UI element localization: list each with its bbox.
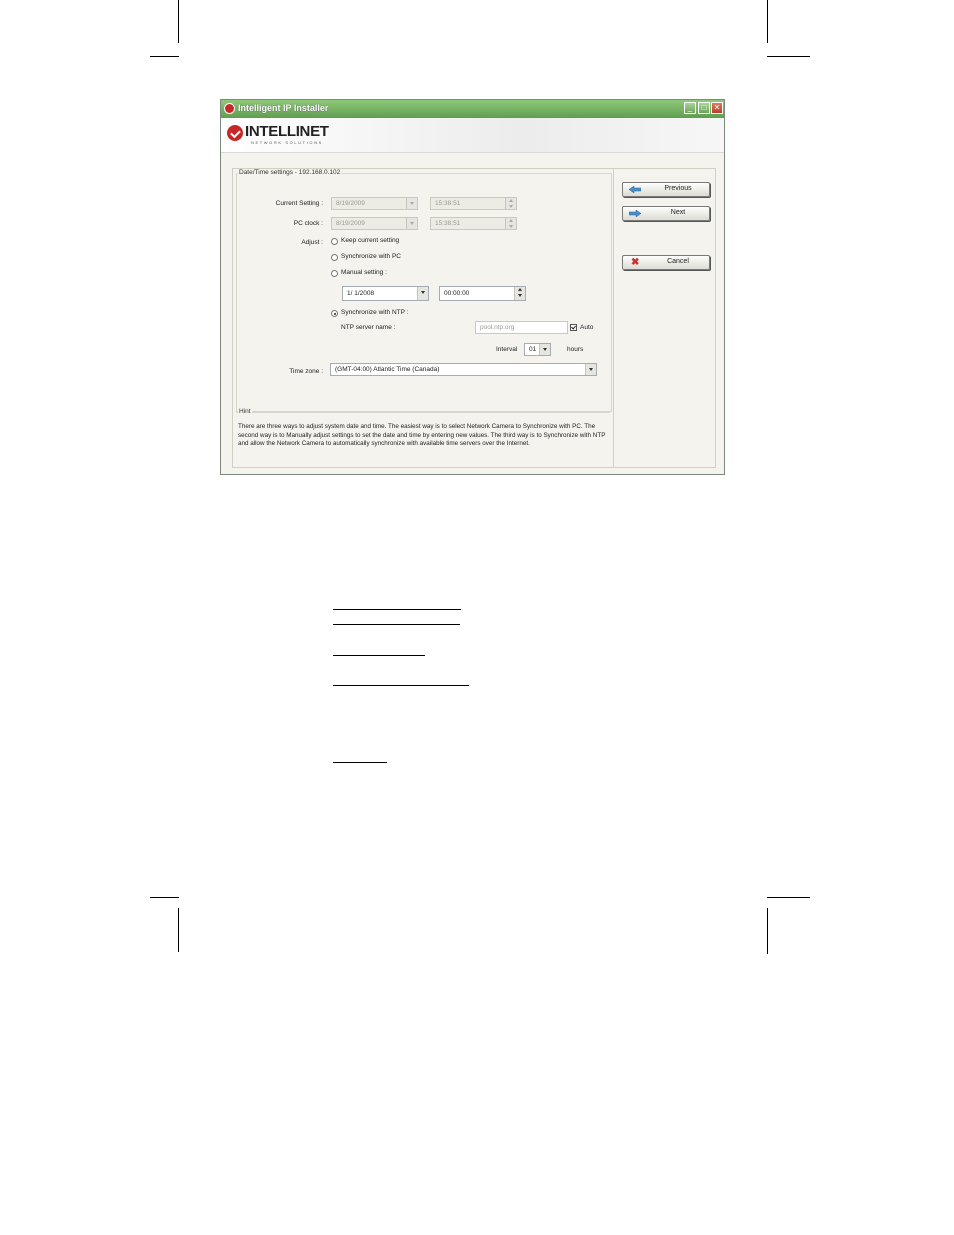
pc-clock-label: PC clock : bbox=[293, 220, 323, 227]
maximize-button[interactable]: □ bbox=[698, 102, 710, 114]
dropdown-arrow-icon[interactable] bbox=[417, 287, 428, 300]
previous-button[interactable]: Previous bbox=[622, 182, 710, 197]
blank-line bbox=[333, 624, 460, 625]
crop-mark bbox=[767, 0, 768, 43]
left-arrow-icon bbox=[629, 186, 641, 193]
crop-mark bbox=[150, 897, 179, 898]
previous-label: Previous bbox=[664, 185, 692, 192]
brand-name: INTELLINET bbox=[245, 123, 329, 140]
window-title: Intelligent IP Installer bbox=[238, 103, 329, 113]
cancel-label: Cancel bbox=[667, 258, 689, 265]
cancel-button[interactable]: ✖ Cancel bbox=[622, 255, 710, 270]
time-zone-select[interactable]: (GMT-04:00) Atlantic Time (Canada) bbox=[330, 363, 597, 376]
brand-tagline: NETWORK SOLUTIONS bbox=[251, 140, 323, 145]
next-label: Next bbox=[670, 209, 686, 216]
blank-line bbox=[333, 609, 461, 610]
cancel-x-icon: ✖ bbox=[631, 257, 640, 268]
current-setting-label: Current Setting : bbox=[275, 200, 323, 207]
minimize-button[interactable]: _ bbox=[684, 102, 696, 114]
installer-window: Intelligent IP Installer _ □ ✕ INTELLINE… bbox=[220, 99, 725, 475]
logo-banner: INTELLINET NETWORK SOLUTIONS bbox=[221, 118, 724, 153]
radio-manual[interactable] bbox=[331, 270, 338, 277]
blank-line bbox=[333, 762, 387, 763]
dropdown-arrow-icon bbox=[406, 218, 417, 229]
blank-line bbox=[333, 685, 469, 686]
hours-label: hours bbox=[567, 346, 584, 353]
spinner-icon bbox=[505, 218, 516, 229]
dropdown-arrow-icon[interactable] bbox=[539, 344, 550, 355]
next-button[interactable]: Next bbox=[622, 206, 710, 221]
auto-checkbox[interactable] bbox=[570, 324, 577, 331]
option-manual-label[interactable]: Manual setting : bbox=[341, 269, 387, 276]
manual-date-field[interactable]: 1/ 1/2008 bbox=[342, 286, 429, 301]
dropdown-arrow-icon[interactable] bbox=[585, 364, 596, 375]
pc-date-field: 8/19/2009 bbox=[331, 217, 418, 230]
crop-mark bbox=[178, 0, 179, 43]
right-arrow-icon bbox=[629, 210, 641, 217]
interval-select[interactable]: 01 bbox=[524, 343, 551, 356]
current-time-field: 15:38:51 bbox=[430, 197, 517, 210]
ntp-server-label: NTP server name : bbox=[341, 324, 396, 331]
hint-title: Hint bbox=[238, 408, 252, 415]
radio-sync-pc[interactable] bbox=[331, 254, 338, 261]
crop-mark bbox=[150, 56, 179, 57]
crop-mark bbox=[767, 56, 810, 57]
option-sync-pc-label[interactable]: Synchronize with PC bbox=[341, 253, 401, 260]
current-date-field: 8/19/2009 bbox=[331, 197, 418, 210]
intellinet-logo-icon bbox=[227, 125, 243, 141]
option-keep-label[interactable]: Keep current setting bbox=[341, 237, 399, 244]
radio-sync-ntp[interactable] bbox=[331, 310, 338, 317]
interval-label: Interval bbox=[496, 346, 518, 353]
ntp-server-field[interactable]: pool.ntp.org bbox=[475, 321, 568, 334]
app-icon bbox=[224, 103, 235, 114]
crop-mark bbox=[767, 908, 768, 954]
time-zone-label: Time zone : bbox=[289, 368, 323, 375]
adjust-label: Adjust : bbox=[301, 239, 323, 246]
radio-keep-current[interactable] bbox=[331, 238, 338, 245]
spinner-icon[interactable] bbox=[514, 287, 525, 300]
manual-time-field[interactable]: 00:00:00 bbox=[439, 286, 526, 301]
settings-panel: Date/Time settings - 192.168.0.102 Curre… bbox=[232, 168, 614, 468]
blank-line bbox=[333, 655, 425, 656]
auto-label[interactable]: Auto bbox=[580, 324, 593, 331]
title-bar[interactable]: Intelligent IP Installer _ □ ✕ bbox=[221, 100, 724, 118]
crop-mark bbox=[767, 897, 810, 898]
datetime-group-title: Date/Time settings - 192.168.0.102 bbox=[238, 169, 342, 176]
option-ntp-label[interactable]: Synchronize with NTP : bbox=[341, 309, 408, 316]
spinner-icon bbox=[505, 198, 516, 209]
dropdown-arrow-icon bbox=[406, 198, 417, 209]
close-button[interactable]: ✕ bbox=[711, 102, 723, 114]
hint-text: There are three ways to adjust system da… bbox=[238, 423, 606, 448]
pc-time-field: 15:38:51 bbox=[430, 217, 517, 230]
crop-mark bbox=[178, 908, 179, 952]
